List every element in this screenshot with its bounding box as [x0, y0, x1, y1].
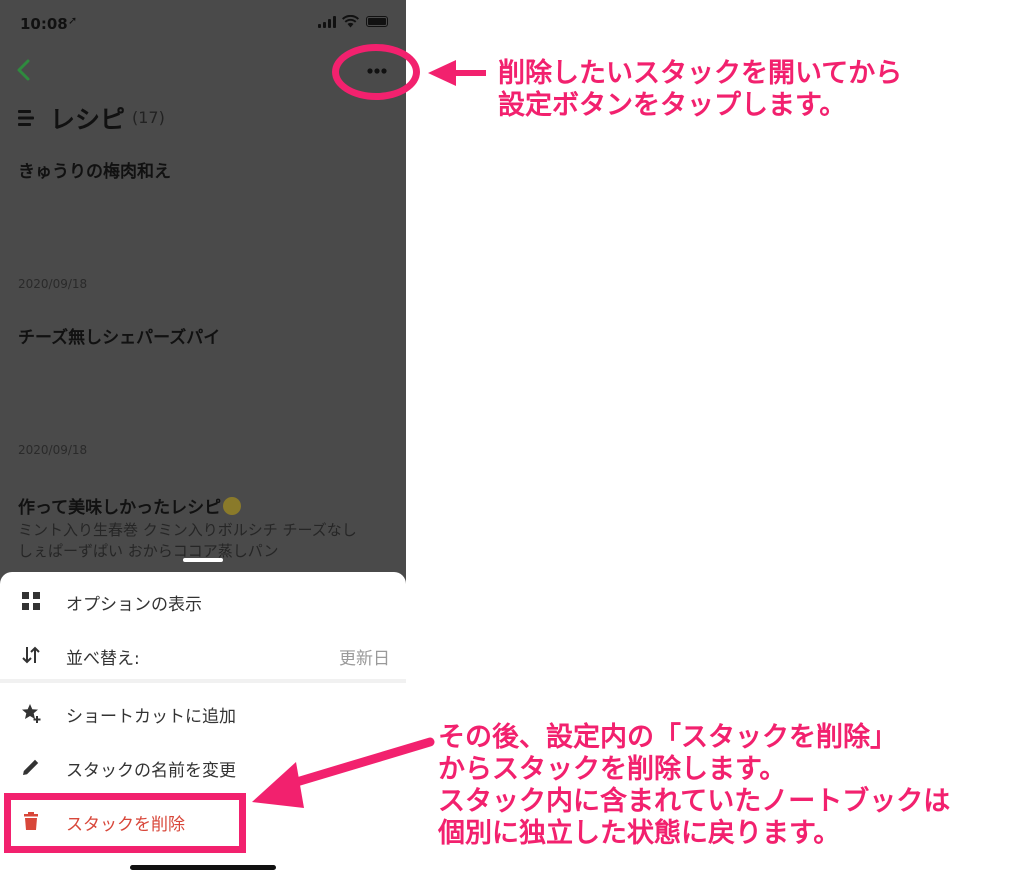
menu-add-shortcut[interactable]: ショートカットに追加 [0, 688, 406, 736]
stack-icon [18, 110, 34, 126]
note-date: 2020/09/18 [18, 277, 88, 291]
highlight-rectangle [4, 793, 246, 853]
menu-rename-stack[interactable]: スタックの名前を変更 [0, 742, 406, 790]
menu-label: スタックの名前を変更 [66, 761, 236, 781]
callout-top: 削除したいスタックを開いてから 設定ボタンをタップします。 [498, 58, 902, 122]
signal-icon [318, 16, 338, 28]
home-indicator [130, 865, 276, 870]
note-snippet: ミント入り生春巻 クミン入りボルシチ チーズなし しぇぱーずぱい おからココア蒸… [18, 520, 398, 562]
battery-icon [366, 16, 388, 27]
callout-line: スタック内に含まれていたノートブックは [438, 786, 951, 817]
grid-icon [22, 592, 40, 610]
note-title[interactable]: きゅうりの梅肉和え [18, 157, 171, 182]
callout-line: からスタックを削除します。 [438, 754, 787, 785]
sort-value: 更新日 [339, 649, 390, 669]
note-title[interactable]: 作って美味しかったレシピ [18, 493, 242, 518]
status-time: 10:08 [20, 15, 68, 33]
sort-arrows-icon [22, 646, 40, 664]
note-title-text: 作って美味しかったレシピ [18, 498, 222, 518]
status-bar: 10:08 ➚ [0, 0, 406, 46]
callout-line: 個別に独立した状態に戻ります。 [438, 818, 841, 849]
menu-label: ショートカットに追加 [66, 707, 236, 727]
stack-title: レシピ [50, 105, 126, 134]
callout-line: その後、設定内の「スタックを削除」 [438, 722, 897, 753]
menu-label: オプションの表示 [66, 595, 202, 615]
location-icon: ➚ [68, 14, 78, 27]
wifi-icon [342, 15, 359, 28]
callout-line: 設定ボタンをタップします。 [498, 90, 847, 121]
pencil-icon [23, 759, 39, 775]
note-date: 2020/09/18 [18, 443, 88, 457]
back-chevron-icon[interactable] [12, 58, 36, 82]
sheet-grabber[interactable] [183, 558, 223, 562]
menu-divider [0, 679, 406, 683]
callout-bottom: その後、設定内の「スタックを削除」 からスタックを削除します。 スタック内に含ま… [438, 722, 950, 850]
highlight-ellipse [332, 44, 420, 100]
arrow-top [428, 60, 486, 86]
note-title[interactable]: チーズ無しシェパーズパイ [18, 323, 220, 348]
menu-label: 並べ替え: [66, 649, 140, 669]
stack-count: (17) [132, 108, 165, 127]
note-snippet-line: ミント入り生春巻 クミン入りボルシチ チーズなし [18, 521, 357, 539]
smile-emoji-icon [223, 497, 242, 515]
star-add-icon [22, 704, 41, 723]
callout-line: 削除したいスタックを開いてから [498, 58, 903, 89]
menu-sort[interactable]: 並べ替え: 更新日 [0, 630, 406, 678]
menu-show-options[interactable]: オプションの表示 [0, 576, 406, 624]
phone-screen: 10:08 ➚ レシピ (17) きゅうりの梅肉和え 2020/09/18 チー… [0, 0, 406, 880]
